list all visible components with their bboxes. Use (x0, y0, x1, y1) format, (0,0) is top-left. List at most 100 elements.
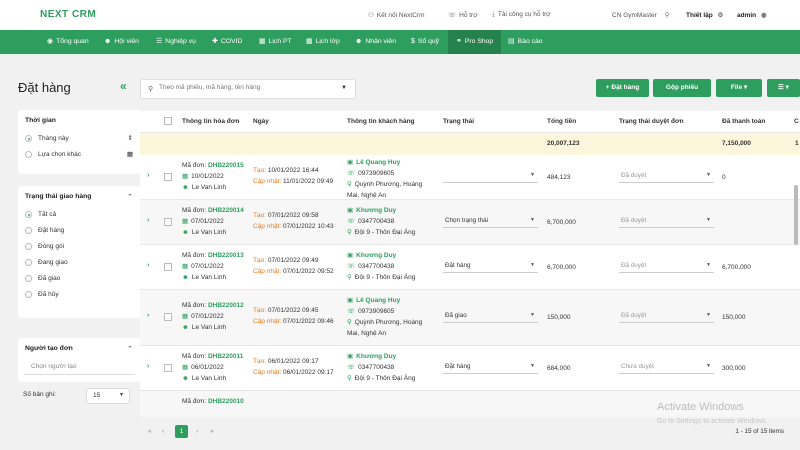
nav-reports[interactable]: ▤ Báo cáo (508, 30, 543, 54)
order-code[interactable]: DHB220012 (208, 302, 244, 309)
calendar-icon: ▦ (182, 364, 189, 371)
created-label: Tạo: (253, 212, 267, 219)
status-select[interactable]: Đã giao ▼ (443, 311, 538, 323)
order-code[interactable]: DHB220013 (208, 252, 244, 259)
shop-icon: ⚭ (456, 38, 462, 45)
nav-business[interactable]: ☰ Nghiệp vụ (156, 30, 196, 54)
current-page[interactable]: 1 (175, 425, 188, 438)
menu-button[interactable]: ☰ ▾ (767, 79, 800, 97)
expand-icon[interactable]: › (147, 363, 149, 370)
table-row[interactable]: › Mã đơn: DHB220011 ▦ 06/01/2022 ☻ Le Van … (140, 346, 800, 391)
add-order-button[interactable]: + Đặt hàng (596, 79, 649, 97)
time-option-this-month[interactable]: Tháng này ⇕ (18, 131, 141, 147)
nav-cashbook[interactable]: $ Sổ quỹ (411, 30, 439, 54)
pagination: « ‹ 1 › » 1 - 15 of 15 items (140, 424, 800, 444)
collapse-sidebar-button[interactable]: « (120, 79, 127, 93)
nav-pt-schedule[interactable]: ▦ Lịch PT (259, 30, 292, 54)
order-code[interactable]: DHB220010 (208, 398, 244, 405)
customer-name[interactable]: Lê Quang Huy (356, 159, 400, 166)
status-option-packed[interactable]: Đóng gói (18, 239, 141, 255)
calendar-icon[interactable]: ▦ (127, 147, 133, 163)
support-label: Hỗ trợ (459, 12, 478, 19)
expand-icon[interactable]: › (147, 312, 149, 319)
phone-icon: ☏ (347, 263, 356, 270)
table-row[interactable]: › Mã đơn: DHB220015 ▦ 10/01/2022 ☻ Le Van … (140, 155, 800, 200)
nav-staff[interactable]: ☻ Nhân viên (355, 30, 396, 54)
download-link[interactable]: ⤓ Tải công cụ hỗ trợ (492, 11, 551, 19)
status-select[interactable]: Đặt hàng ▼ (443, 261, 538, 273)
next-page-button[interactable]: › (196, 428, 198, 435)
order-date: 07/01/2022 (191, 313, 224, 320)
vertical-scrollbar[interactable] (794, 185, 798, 245)
row-checkbox[interactable] (164, 364, 172, 372)
approval-value: Chưa duyệt (621, 363, 654, 370)
expand-icon[interactable]: › (147, 172, 149, 179)
invoice-info: Mã đơn: DHB220013 ▦ 07/01/2022 ☻ Le Van Li… (182, 250, 244, 283)
spinner-icon[interactable]: ⇕ (128, 131, 133, 147)
header-total: Tổng tiền (547, 118, 577, 125)
row-checkbox[interactable] (164, 313, 172, 321)
calendar-icon: ▦ (182, 313, 189, 320)
branch-selector[interactable]: CN GymMaster ⚲ (612, 11, 672, 19)
status-option-delivering[interactable]: Đang giao (18, 255, 141, 271)
customer-name[interactable]: Lê Quang Huy (356, 297, 400, 304)
perpage-select[interactable]: 15 ▼ (86, 388, 130, 404)
status-option-delivered[interactable]: Đã giao (18, 271, 141, 287)
status-select[interactable]: Đặt hàng ▼ (443, 362, 538, 374)
chevron-down-icon[interactable]: ▼ (341, 85, 347, 91)
settings-link[interactable]: Thiết lập ⚙ (686, 11, 726, 19)
option-label: Đang giao (38, 259, 68, 266)
expand-icon[interactable]: › (147, 217, 149, 224)
main-area: Đặt hàng « Thời gian Tháng này ⇕ Lựa chọn… (0, 54, 800, 450)
connect-label: Kết nối NextCrm (376, 12, 425, 19)
nav-dashboard[interactable]: ◉ Tổng quan (47, 30, 89, 54)
merge-button[interactable]: Gộp phiếu (653, 79, 711, 97)
search-input[interactable] (159, 84, 339, 91)
row-checkbox[interactable] (164, 173, 172, 181)
status-option-ordered[interactable]: Đặt hàng (18, 223, 141, 239)
nav-class-schedule[interactable]: ▦ Lịch lớp (306, 30, 340, 54)
created-time: 07/01/2022 09:58 (267, 212, 319, 219)
nav-covid[interactable]: ✚ COVID (212, 30, 242, 54)
table-row[interactable]: › Mã đơn: DHB220014 ▦ 07/01/2022 ☻ Le Van … (140, 200, 800, 245)
order-code[interactable]: DHB220014 (208, 207, 244, 214)
status-select[interactable]: Chọn trạng thái ▼ (443, 216, 538, 228)
row-checkbox[interactable] (164, 263, 172, 271)
chevron-up-icon[interactable]: ⌃ (127, 193, 133, 201)
order-paid: 150,000 (722, 314, 746, 321)
first-page-button[interactable]: « (148, 428, 152, 435)
updated-label: Cập nhật: (253, 369, 282, 376)
nav-pro-shop[interactable]: ⚭ Pro Shop (448, 30, 502, 54)
creator-select[interactable]: Chọn người tạo (24, 359, 135, 375)
dashboard-icon: ◉ (47, 38, 54, 45)
order-code[interactable]: DHB220015 (208, 162, 244, 169)
row-checkbox[interactable] (164, 218, 172, 226)
select-all-checkbox[interactable] (164, 117, 172, 125)
customer-name[interactable]: Khương Duy (356, 207, 396, 214)
status-select[interactable]: ▼ (443, 171, 538, 183)
user-menu[interactable]: admin ◉ (737, 11, 770, 19)
customer-name[interactable]: Khương Duy (356, 353, 396, 360)
table-row[interactable]: › Mã đơn: DHB220013 ▦ 07/01/2022 ☻ Le Van … (140, 245, 800, 290)
last-page-button[interactable]: » (210, 428, 214, 435)
chevron-up-icon[interactable]: ⌃ (127, 345, 133, 353)
report-icon: ▤ (508, 38, 515, 45)
option-label: Đã hủy (38, 291, 59, 298)
prev-page-button[interactable]: ‹ (162, 428, 164, 435)
user-label: admin (737, 12, 757, 19)
status-option-cancelled[interactable]: Đã hủy (18, 287, 141, 303)
order-code[interactable]: DHB220011 (208, 353, 243, 360)
customer-name[interactable]: Khương Duy (356, 252, 396, 259)
status-option-all[interactable]: Tất cả (18, 207, 141, 223)
customer-info: ▣ Khương Duy ☏ 0347700438 ⚲ Đội 9 - Thôn Đạ… (347, 351, 415, 384)
expand-icon[interactable]: › (147, 262, 149, 269)
table-row[interactable]: › Mã đơn: DHB220012 ▦ 07/01/2022 ☻ Le Van … (140, 290, 800, 346)
time-option-custom[interactable]: Lựa chọn khác ▦ (18, 147, 141, 163)
support-link[interactable]: ☏ Hỗ trợ (448, 11, 478, 19)
nav-members[interactable]: ☻ Hội viên (104, 30, 139, 54)
invoice-info: Mã đơn: DHB220011 ▦ 06/01/2022 ☻ Le Van Li… (182, 351, 243, 384)
connect-link[interactable]: ⚇ Kết nối NextCrm (368, 11, 425, 19)
phone-icon: ☏ (347, 170, 356, 177)
approval-select[interactable]: Chưa duyệt ▼ (619, 362, 714, 374)
file-button[interactable]: File ▾ (716, 79, 762, 97)
